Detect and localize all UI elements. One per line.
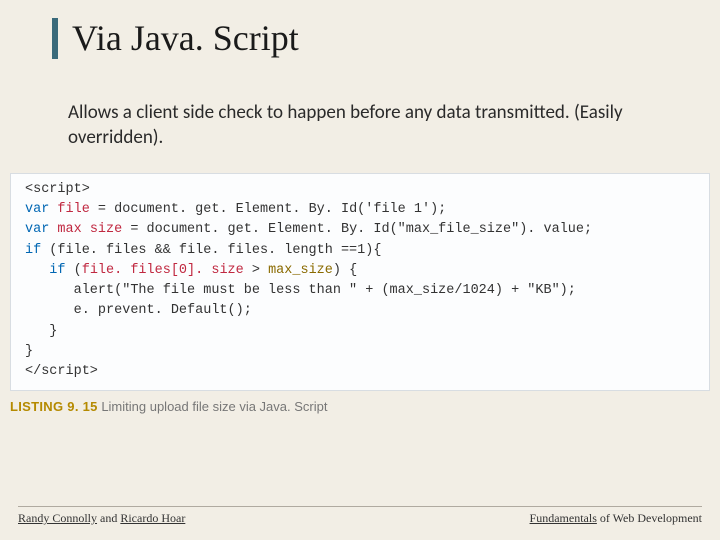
footer-book-b: of Web Development <box>597 511 702 525</box>
code-open-tag: <script> <box>25 182 90 197</box>
code-var: file. files[0]. size <box>82 263 244 278</box>
code-kw: if <box>25 263 66 278</box>
code-kw: if <box>25 243 41 258</box>
code-text: ) { <box>333 263 357 278</box>
slide-footer: Randy Connolly and Ricardo Hoar Fundamen… <box>18 506 702 526</box>
code-listing: <script> var file = document. get. Eleme… <box>10 173 710 392</box>
listing-caption: LISTING 9. 15 Limiting upload file size … <box>10 399 710 414</box>
code-var: max_size <box>268 263 333 278</box>
code-kw: var <box>25 222 49 237</box>
code-text: alert("The file must be less than " + (m… <box>25 283 576 298</box>
footer-left: Randy Connolly and Ricardo Hoar <box>18 511 185 526</box>
code-text: (file. files && file. files. length ==1)… <box>41 243 381 258</box>
code-text: = document. get. Element. By. Id("max_fi… <box>122 222 592 237</box>
footer-author-1: Randy Connolly <box>18 511 97 525</box>
page-title: Via Java. Script <box>52 18 720 59</box>
code-close-tag: </script> <box>25 364 98 379</box>
code-text: e. prevent. Default(); <box>25 303 252 318</box>
code-text: } <box>25 344 33 359</box>
caption-text: Limiting upload file size via Java. Scri… <box>98 399 328 414</box>
code-text: ( <box>66 263 82 278</box>
footer-conj: and <box>97 511 120 525</box>
title-region: Via Java. Script <box>0 0 720 59</box>
code-text: } <box>25 324 57 339</box>
caption-label: LISTING 9. 15 <box>10 399 98 414</box>
footer-right: Fundamentals of Web Development <box>530 511 702 526</box>
code-text: = document. get. Element. By. Id('file 1… <box>90 202 446 217</box>
code-var: file <box>49 202 90 217</box>
code-text: > <box>244 263 268 278</box>
footer-book-a: Fundamentals <box>530 511 597 525</box>
footer-author-2: Ricardo Hoar <box>120 511 185 525</box>
body-paragraph: Allows a client side check to happen bef… <box>0 59 720 150</box>
code-kw: var <box>25 202 49 217</box>
code-var: max size <box>49 222 122 237</box>
